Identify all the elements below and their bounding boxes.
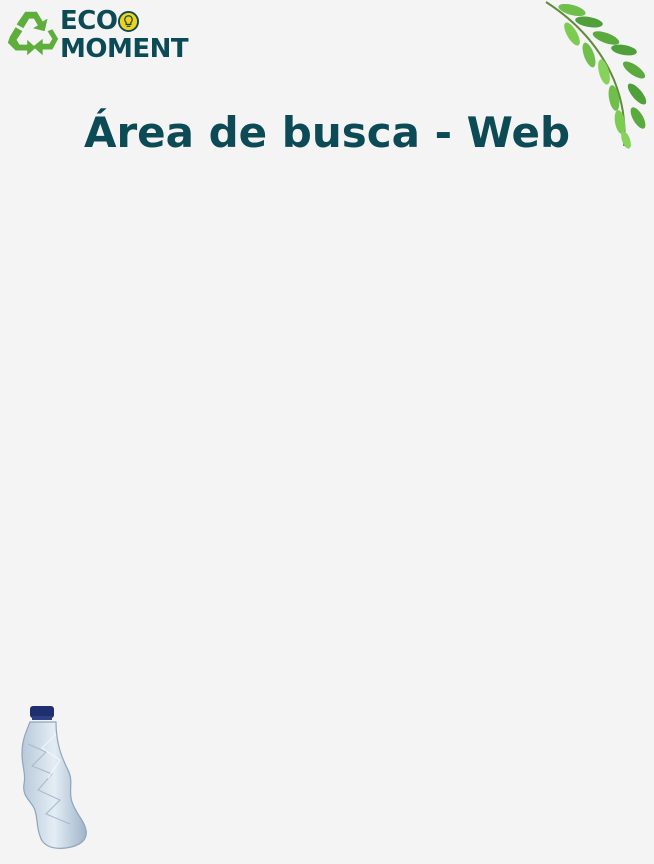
recycle-icon [7,11,59,56]
crushed-plastic-bottle-illustration [21,706,87,849]
logo-moment-text: MOMENT [60,34,189,64]
leaf-branch-illustration [545,1,647,149]
logo-eco-text: ECO [60,6,118,36]
lightbulb-icon [118,10,140,32]
logo-wordmark: ECO MOMENT [60,6,189,64]
brand-logo: ECO MOMENT [4,6,204,66]
